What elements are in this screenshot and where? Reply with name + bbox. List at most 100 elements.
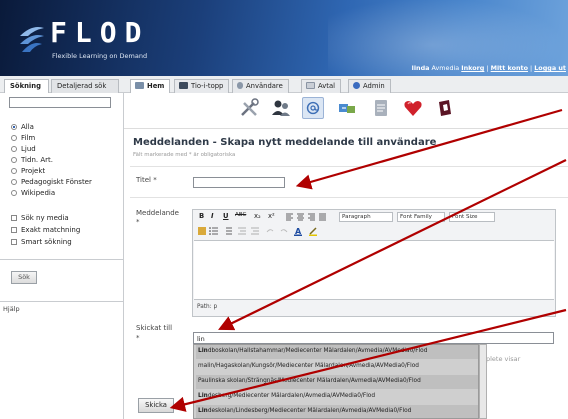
help-section-title: Hjälp <box>3 305 20 313</box>
checkbox-icon <box>11 239 17 245</box>
checkbox-smart-sokning[interactable]: Smart sökning <box>11 238 72 246</box>
autocomplete-text: dboskolan/Hallstahammar/Mediecenter Mäla… <box>207 348 428 354</box>
autocomplete-item[interactable]: Lindesberg/Mediecenter Mälardalen/Avmedi… <box>196 390 478 404</box>
sidebar: Alla Film Ljud Tidn. Art. Projekt Pedago… <box>0 93 124 419</box>
message-textarea[interactable] <box>194 240 554 300</box>
notes-icon[interactable] <box>370 97 392 119</box>
page-title: Meddelanden - Skapa nytt meddelande till… <box>133 137 437 148</box>
flod-logo[interactable]: FLOD Flexible Learning on Demand <box>18 16 148 64</box>
message-required-mark: * <box>136 218 140 226</box>
checkbox-sok-ny-media[interactable]: Sök ny media <box>11 214 69 222</box>
messages-icon[interactable] <box>302 97 324 119</box>
checkbox-icon <box>11 215 17 221</box>
search-input[interactable] <box>9 97 111 108</box>
autocomplete-scrollbar[interactable] <box>479 344 487 419</box>
user-bar: linda Avmedia Inkorg | Mitt konto | Logg… <box>412 64 566 72</box>
hidden-field-text: plete visar <box>486 355 521 363</box>
autocomplete-item[interactable]: Paulinska skolan/Strängnäs/Mediecenter M… <box>196 375 478 389</box>
tab-avtal[interactable]: Avtal <box>301 79 341 93</box>
recipient-autocomplete-list: Lindboskolan/Hallstahammar/Mediecenter M… <box>193 344 479 419</box>
checkbox-exakt-matchning[interactable]: Exakt matchning <box>11 226 80 234</box>
recipient-input[interactable]: lin <box>193 332 554 344</box>
box-icon[interactable] <box>434 97 456 119</box>
subscript-button[interactable]: x₂ <box>254 212 261 220</box>
editor-toolbar-row-2: A <box>193 224 555 238</box>
tools-icon[interactable] <box>238 97 260 119</box>
autocomplete-item[interactable]: malin/Hagaskolan/Kungsör/Mediecenter Mäl… <box>196 360 478 374</box>
autocomplete-text: Paulinska skolan/Strängnäs/Mediecenter M… <box>198 378 421 384</box>
title-input[interactable] <box>193 177 285 188</box>
font-family-select[interactable]: Font Family <box>397 212 445 222</box>
users-icon[interactable] <box>270 97 292 119</box>
media-option-pedagogiskt-fonster[interactable]: Pedagogiskt Fönster <box>11 178 92 186</box>
logo-text: FLOD <box>50 16 150 49</box>
recipient-required-mark: * <box>136 334 140 342</box>
tab-anvandare[interactable]: Användare <box>232 79 289 93</box>
message-label: Meddelande <box>136 209 179 217</box>
checkbox-label: Smart sökning <box>21 238 72 246</box>
required-fields-note: Fält markerade med * är obligatoriska <box>133 152 236 158</box>
media-option-alla[interactable]: Alla <box>11 123 34 131</box>
tab-label: Admin <box>363 82 385 90</box>
editor-path: Path: p <box>197 304 218 310</box>
tab-label: Avtal <box>318 82 335 90</box>
strikethrough-button[interactable]: ABC <box>235 212 246 218</box>
logout-link[interactable]: Logga ut <box>534 64 566 72</box>
tab-label: Användare <box>246 82 283 90</box>
user-name: linda <box>411 64 430 72</box>
search-button[interactable]: Sök <box>11 271 37 284</box>
media-option-ljud[interactable]: Ljud <box>11 145 36 153</box>
radio-icon <box>11 157 17 163</box>
rich-text-editor: B I U ABC x₂ x² Paragraph Font Family Fo… <box>192 209 556 317</box>
transfer-icon[interactable] <box>336 97 358 119</box>
media-option-wikipedia[interactable]: Wikipedia <box>11 189 55 197</box>
tab-admin[interactable]: Admin <box>348 79 391 93</box>
superscript-button[interactable]: x² <box>268 212 275 220</box>
radio-icon <box>11 190 17 196</box>
bold-button[interactable]: B <box>199 212 204 220</box>
form-divider <box>130 166 568 167</box>
autocomplete-text: desberg/Mediecenter Mälardalen/Avmedia/A… <box>207 393 376 399</box>
logo-tagline: Flexible Learning on Demand <box>52 52 148 60</box>
italic-button[interactable]: I <box>211 212 214 220</box>
my-account-link[interactable]: Mitt konto <box>491 64 528 72</box>
flod-logo-mark-icon <box>20 27 44 52</box>
title-label: Titel * <box>136 176 157 184</box>
align-buttons-icon[interactable] <box>286 213 326 221</box>
tab-hem[interactable]: Hem <box>130 79 171 93</box>
autocomplete-item[interactable]: Lindboskolan/Hallstahammar/Mediecenter M… <box>196 345 478 359</box>
tab-tio-i-topp[interactable]: Tio-i-topp <box>174 79 230 93</box>
radio-label: Tidn. Art. <box>21 156 53 164</box>
underline-button[interactable]: U <box>223 212 229 220</box>
inbox-link[interactable]: Inkorg <box>461 64 484 72</box>
checkbox-icon <box>11 227 17 233</box>
top-list-icon <box>179 82 188 89</box>
radio-icon <box>11 168 17 174</box>
sidebar-divider <box>0 301 124 302</box>
tab-detaljerad-sok[interactable]: Detaljerad sök <box>51 79 119 93</box>
editor-toolbar-row-1: B I U ABC x₂ x² Paragraph Font Family Fo… <box>193 210 555 224</box>
format-select[interactable]: Paragraph <box>339 212 393 222</box>
radio-selected-icon <box>11 124 17 130</box>
font-size-select[interactable]: Font Size <box>449 212 495 222</box>
radio-icon <box>11 146 17 152</box>
media-option-tidn-art[interactable]: Tidn. Art. <box>11 156 53 164</box>
match-highlight: Lin <box>198 348 208 354</box>
contract-icon <box>306 82 315 89</box>
autocomplete-item[interactable]: Lindeskolan/Lindesberg/Mediecenter Mälar… <box>196 405 478 418</box>
radio-label: Wikipedia <box>21 189 56 197</box>
send-button[interactable]: Skicka <box>138 398 174 413</box>
separator: | <box>486 64 489 72</box>
match-highlight: Lin <box>198 408 208 414</box>
tab-label: Tio-i-topp <box>191 82 224 90</box>
tab-sokning[interactable]: Sökning <box>4 79 49 93</box>
favorites-heart-icon[interactable] <box>402 97 424 119</box>
home-icon <box>135 82 144 89</box>
media-option-projekt[interactable]: Projekt <box>11 167 45 175</box>
editor-tools-row-2-icon[interactable]: A <box>198 226 338 236</box>
media-option-film[interactable]: Film <box>11 134 35 142</box>
radio-label: Ljud <box>21 145 36 153</box>
autocomplete-text: malin/Hagaskolan/Kungsör/Mediecenter Mäl… <box>198 363 419 369</box>
sidebar-divider <box>0 259 124 260</box>
module-toolbar <box>232 94 472 124</box>
